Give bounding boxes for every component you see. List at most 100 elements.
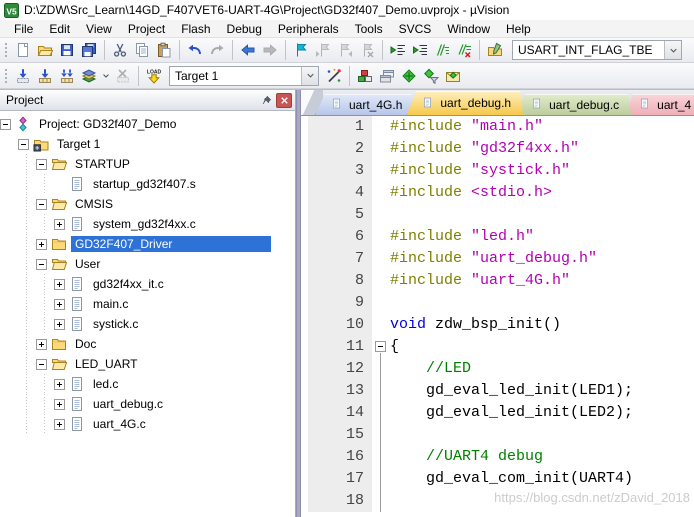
tree-item-label[interactable]: Target 1 <box>53 136 104 152</box>
menu-debug[interactable]: Debug <box>219 21 270 37</box>
tree-item-gd32f407-driver[interactable]: GD32F407_Driver <box>0 234 295 254</box>
tree-expand-icon[interactable] <box>54 278 65 290</box>
tree-item-label[interactable]: CMSIS <box>71 196 117 212</box>
menu-svcs[interactable]: SVCS <box>391 21 440 37</box>
tree-item-label[interactable]: startup_gd32f407.s <box>89 176 200 192</box>
tree-item-label[interactable]: User <box>71 256 104 272</box>
search-combobox-dropdown-button[interactable] <box>664 41 681 59</box>
save-all-button[interactable] <box>78 39 100 61</box>
tree-item-systick-c[interactable]: systick.c <box>0 314 295 334</box>
tree-item-startup-gd32f407-s[interactable]: startup_gd32f407.s <box>0 174 295 194</box>
tab-uart-4[interactable]: uart_4 <box>623 94 694 115</box>
fold-collapse-control[interactable] <box>372 336 390 358</box>
tree-collapse-icon[interactable] <box>36 258 47 270</box>
tree-expand-icon[interactable] <box>54 418 65 430</box>
search-combobox[interactable]: USART_INT_FLAG_TBE <box>512 40 682 60</box>
rebuild-all-button[interactable] <box>56 65 78 87</box>
menu-window[interactable]: Window <box>439 21 498 37</box>
copy-button[interactable] <box>131 39 153 61</box>
toolbar-grip[interactable] <box>3 66 9 85</box>
tree-expand-icon[interactable] <box>54 298 65 310</box>
indent-button[interactable] <box>409 39 431 61</box>
menu-file[interactable]: File <box>6 21 41 37</box>
tree-collapse-icon[interactable] <box>36 158 47 170</box>
tree-item-uart-debug-c[interactable]: uart_debug.c <box>0 394 295 414</box>
new-file-button[interactable] <box>12 39 34 61</box>
undo-button[interactable] <box>184 39 206 61</box>
download-load-button[interactable]: LOAD <box>143 65 165 87</box>
code-editor[interactable]: 1 #include "main.h" 2 #include "gd32f4xx.h"… <box>301 116 694 517</box>
options-for-target-button[interactable] <box>323 65 345 87</box>
tree-item-led-c[interactable]: led.c <box>0 374 295 394</box>
tree-item-doc[interactable]: Doc <box>0 334 295 354</box>
target-select-dropdown-button[interactable] <box>301 66 318 85</box>
comment-selection-button[interactable] <box>431 39 453 61</box>
translate-file-button[interactable] <box>12 65 34 87</box>
menu-flash[interactable]: Flash <box>173 21 218 37</box>
tree-item-label[interactable]: system_gd32f4xx.c <box>89 216 200 232</box>
open-file-button[interactable] <box>34 39 56 61</box>
panel-close-button[interactable] <box>276 92 292 108</box>
find-in-files-button[interactable] <box>484 39 506 61</box>
navigate-back-button[interactable] <box>237 39 259 61</box>
menu-help[interactable]: Help <box>498 21 539 37</box>
manage-components-button[interactable] <box>354 65 376 87</box>
tree-expand-icon[interactable] <box>54 378 65 390</box>
tree-item-label[interactable]: uart_debug.c <box>89 396 167 412</box>
menu-peripherals[interactable]: Peripherals <box>270 21 347 37</box>
build-button[interactable] <box>34 65 56 87</box>
tree-collapse-icon[interactable] <box>0 118 11 130</box>
tree-item-cmsis[interactable]: CMSIS <box>0 194 295 214</box>
tree-item-main-c[interactable]: main.c <box>0 294 295 314</box>
tree-item-label[interactable]: main.c <box>89 296 132 312</box>
uncomment-selection-button[interactable] <box>453 39 475 61</box>
paste-button[interactable] <box>153 39 175 61</box>
tab-uart-4g-h[interactable]: uart_4G.h <box>315 94 414 115</box>
tree-item-label[interactable]: uart_4G.c <box>89 416 150 432</box>
tree-item-gd32f4xx-it-c[interactable]: gd32f4xx_it.c <box>0 274 295 294</box>
tree-item-led-uart[interactable]: LED_UART <box>0 354 295 374</box>
tree-item-label[interactable]: Project: GD32f407_Demo <box>35 116 180 132</box>
menu-tools[interactable]: Tools <box>347 21 391 37</box>
manage-run-time-environment-button[interactable] <box>398 65 420 87</box>
tree-expand-icon[interactable] <box>54 318 65 330</box>
menu-project[interactable]: Project <box>120 21 173 37</box>
tree-item-label[interactable]: GD32F407_Driver <box>71 236 271 252</box>
fold-minus-icon[interactable] <box>375 341 386 352</box>
tree-item-project-gd32f407-demo[interactable]: Project: GD32f407_Demo <box>0 114 295 134</box>
tree-expand-icon[interactable] <box>54 398 65 410</box>
batch-build-caret-button[interactable] <box>100 65 112 87</box>
toolbar-grip[interactable] <box>3 41 9 59</box>
batch-build-button[interactable] <box>78 65 100 87</box>
tree-item-target-1[interactable]: Target 1 <box>0 134 295 154</box>
tree-item-label[interactable]: STARTUP <box>71 156 134 172</box>
panel-pin-button[interactable] <box>258 93 274 108</box>
tree-item-startup[interactable]: STARTUP <box>0 154 295 174</box>
tree-expand-icon[interactable] <box>54 218 65 230</box>
menu-edit[interactable]: Edit <box>41 21 78 37</box>
tree-item-label[interactable]: LED_UART <box>71 356 141 372</box>
target-select-combobox[interactable]: Target 1 <box>169 65 319 86</box>
tree-collapse-icon[interactable] <box>36 198 47 210</box>
tree-expand-icon[interactable] <box>36 338 47 350</box>
tree-item-system-gd32f4xx-c[interactable]: system_gd32f4xx.c <box>0 214 295 234</box>
select-software-packs-button[interactable] <box>420 65 442 87</box>
outdent-button[interactable] <box>387 39 409 61</box>
save-button[interactable] <box>56 39 78 61</box>
tree-item-label[interactable]: systick.c <box>89 316 142 332</box>
tree-item-label[interactable]: Doc <box>71 336 100 352</box>
tree-item-uart-4g-c[interactable]: uart_4G.c <box>0 414 295 434</box>
tab-uart-debug-c[interactable]: uart_debug.c <box>515 94 631 115</box>
toggle-bookmark-button[interactable] <box>290 39 312 61</box>
tree-collapse-icon[interactable] <box>36 358 47 370</box>
tree-collapse-icon[interactable] <box>18 138 29 150</box>
menu-view[interactable]: View <box>78 21 120 37</box>
cut-button[interactable] <box>109 39 131 61</box>
tree-item-label[interactable]: gd32f4xx_it.c <box>89 276 168 292</box>
pack-installer-button[interactable] <box>442 65 464 87</box>
tab-uart-debug-h[interactable]: uart_debug.h <box>406 91 523 115</box>
tree-item-label[interactable]: led.c <box>89 376 122 392</box>
manage-books-button[interactable] <box>376 65 398 87</box>
tree-item-user[interactable]: User <box>0 254 295 274</box>
tree-expand-icon[interactable] <box>36 238 47 250</box>
